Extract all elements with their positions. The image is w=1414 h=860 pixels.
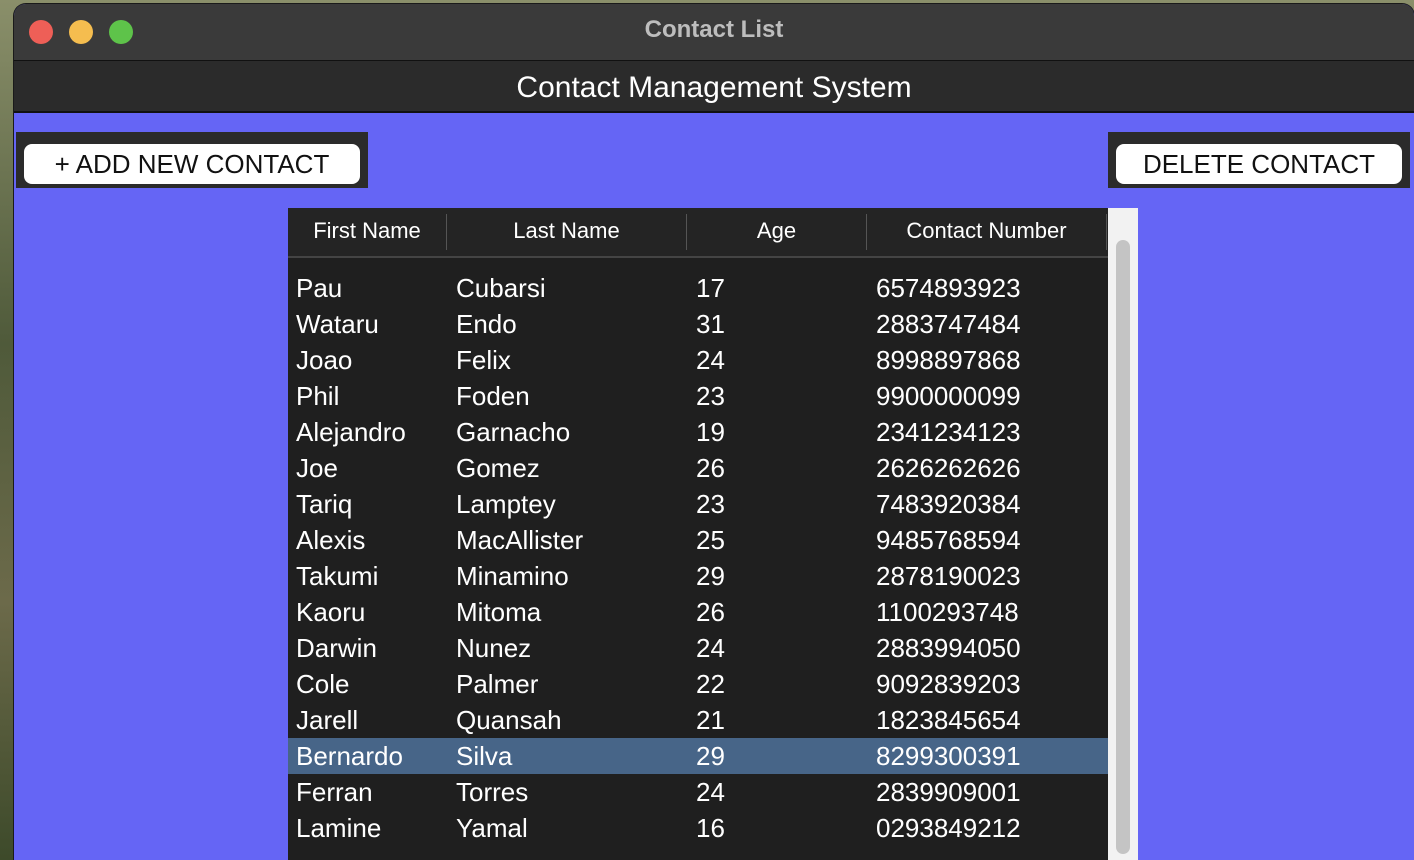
table-row[interactable]: Alejandro Garnacho 19 2341234123: [288, 414, 1108, 450]
last-name-cell: Felix: [456, 345, 511, 375]
table-row[interactable]: Joao Felix 24 8998897868: [288, 342, 1108, 378]
contact-number-cell: 1100293748: [876, 597, 1019, 627]
contact-number-cell: 7483920384: [876, 489, 1021, 519]
contact-number-cell: 2883994050: [876, 633, 1021, 663]
age-cell: 29: [696, 741, 725, 771]
first-name-cell: Takumi: [296, 561, 379, 591]
app-window: Contact List Contact Management System +…: [14, 4, 1414, 860]
title-bar: Contact List: [14, 4, 1414, 61]
contact-number-cell: 2626262626: [876, 453, 1021, 483]
last-name-cell: Endo: [456, 309, 517, 339]
age-cell: 26: [696, 597, 725, 627]
contact-number-cell: 9092839203: [876, 669, 1021, 699]
contact-number-cell: 8998897868: [876, 345, 1021, 375]
table-row[interactable]: Darwin Nunez 24 2883994050: [288, 630, 1108, 666]
age-cell: 26: [696, 453, 725, 483]
age-cell: 24: [696, 345, 725, 375]
last-name-cell: Nunez: [456, 633, 532, 663]
add-contact-button[interactable]: + ADD NEW CONTACT: [24, 144, 360, 184]
age-cell: 25: [696, 525, 725, 555]
age-cell: 24: [696, 633, 725, 663]
contact-number-cell: 8299300391: [876, 741, 1021, 771]
table-row[interactable]: Cole Palmer 22 9092839203: [288, 666, 1108, 702]
table-header: First Name Last Name Age Contact Number: [288, 208, 1108, 258]
contact-number-cell: 2341234123: [876, 417, 1021, 447]
table-body: Pau Cubarsi 17 6574893923 Wataru Endo 31 288374…: [288, 270, 1108, 846]
first-name-cell: Pau: [296, 273, 343, 303]
contact-number-cell: 0293849212: [876, 813, 1021, 843]
age-cell: 24: [696, 777, 725, 807]
delete-button-frame: DELETE CONTACT: [1108, 132, 1410, 188]
age-cell: 21: [696, 705, 725, 735]
window-title: Contact List: [644, 16, 784, 43]
last-name-cell: Minamino: [456, 561, 569, 591]
scrollbar-thumb[interactable]: [1116, 240, 1130, 854]
contact-number-cell: 6574893923: [876, 273, 1021, 303]
first-name-cell: Alexis: [296, 525, 366, 555]
contact-number-cell: 2839909001: [876, 777, 1021, 807]
contact-number-cell: 2883747484: [876, 309, 1021, 339]
contact-number-cell: 9485768594: [876, 525, 1021, 555]
table-row[interactable]: Tariq Lamptey 23 7483920384: [288, 486, 1108, 522]
last-name-cell: Palmer: [456, 669, 539, 699]
last-name-cell: Quansah: [456, 705, 562, 735]
column-separator[interactable]: [1106, 214, 1107, 250]
last-name-cell: Garnacho: [456, 417, 571, 447]
table-row[interactable]: Jarell Quansah 21 1823845654: [288, 702, 1108, 738]
first-name-cell: Jarell: [296, 705, 359, 735]
table-row[interactable]: Ferran Torres 24 2839909001: [288, 774, 1108, 810]
table-row[interactable]: Kaoru Mitoma 26 1100293748: [288, 594, 1108, 630]
first-name-cell: Bernardo: [296, 741, 403, 771]
add-button-frame: + ADD NEW CONTACT: [16, 132, 368, 188]
age-cell: 31: [696, 309, 725, 339]
last-name-cell: Silva: [456, 741, 513, 771]
contact-number-cell: 9900000099: [876, 381, 1021, 411]
last-name-cell: Cubarsi: [456, 273, 546, 303]
first-name-cell: Wataru: [296, 309, 379, 339]
contact-number-cell: 2878190023: [876, 561, 1021, 591]
first-name-cell: Darwin: [296, 633, 377, 663]
contacts-table: First Name Last Name Age Contact Number …: [288, 208, 1108, 860]
table-row[interactable]: Bernardo Silva 29 8299300391: [288, 738, 1108, 774]
table-row[interactable]: Takumi Minamino 29 2878190023: [288, 558, 1108, 594]
contact-number-cell: 1823845654: [876, 705, 1021, 735]
delete-contact-button[interactable]: DELETE CONTACT: [1116, 144, 1402, 184]
column-header-first-name[interactable]: First Name: [288, 208, 446, 256]
age-cell: 19: [696, 417, 725, 447]
first-name-cell: Joao: [296, 345, 353, 375]
age-cell: 23: [696, 489, 725, 519]
first-name-cell: Alejandro: [296, 417, 406, 447]
table-row[interactable]: Phil Foden 23 9900000099: [288, 378, 1108, 414]
last-name-cell: Torres: [456, 777, 529, 807]
last-name-cell: Foden: [456, 381, 530, 411]
first-name-cell: Kaoru: [296, 597, 366, 627]
first-name-cell: Tariq: [296, 489, 353, 519]
table-row[interactable]: Joe Gomez 26 2626262626: [288, 450, 1108, 486]
last-name-cell: Gomez: [456, 453, 540, 483]
last-name-cell: MacAllister: [456, 525, 584, 555]
table-row[interactable]: Wataru Endo 31 2883747484: [288, 306, 1108, 342]
age-cell: 22: [696, 669, 725, 699]
last-name-cell: Yamal: [456, 813, 528, 843]
page-title: Contact Management System: [516, 71, 912, 104]
table-row[interactable]: Lamine Yamal 16 0293849212: [288, 810, 1108, 846]
column-header-age[interactable]: Age: [687, 208, 866, 256]
app-header: Contact Management System: [14, 61, 1414, 113]
age-cell: 17: [696, 273, 725, 303]
first-name-cell: Ferran: [296, 777, 373, 807]
last-name-cell: Lamptey: [456, 489, 556, 519]
last-name-cell: Mitoma: [456, 597, 542, 627]
age-cell: 23: [696, 381, 725, 411]
first-name-cell: Lamine: [296, 813, 382, 843]
column-header-last-name[interactable]: Last Name: [447, 208, 686, 256]
age-cell: 29: [696, 561, 725, 591]
first-name-cell: Phil: [296, 381, 340, 411]
age-cell: 16: [696, 813, 725, 843]
table-row[interactable]: Pau Cubarsi 17 6574893923: [288, 270, 1108, 306]
first-name-cell: Joe: [296, 453, 338, 483]
first-name-cell: Cole: [296, 669, 350, 699]
column-header-contact-number[interactable]: Contact Number: [867, 208, 1106, 256]
table-row[interactable]: Alexis MacAllister 25 9485768594: [288, 522, 1108, 558]
table-scrollbar[interactable]: [1108, 208, 1138, 860]
